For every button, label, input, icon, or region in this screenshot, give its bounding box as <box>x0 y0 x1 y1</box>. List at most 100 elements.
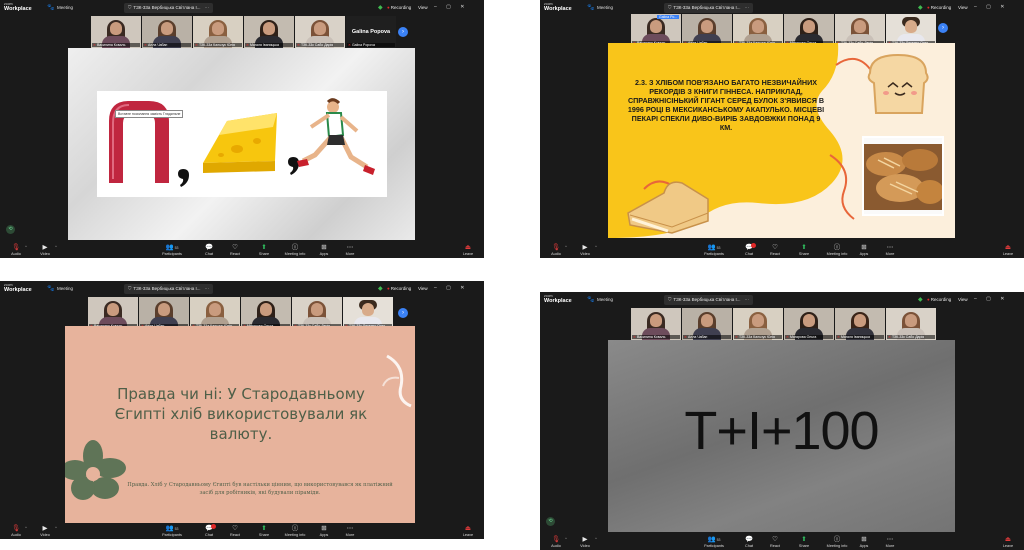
apps-button[interactable]: ⊞ Apps <box>310 525 338 537</box>
participant-tile[interactable]: ✕ТЗК-33к Сабо Дарія <box>886 308 936 340</box>
window-controls[interactable]: – ▢ ✕ <box>974 4 1008 10</box>
chat-button[interactable]: 💬 Chat <box>195 244 223 256</box>
participant-tile[interactable]: ✕Магарова Ольга <box>784 308 834 340</box>
participant-tile[interactable]: ✕ТЗК-33а Кальчук Юлія <box>190 297 240 329</box>
participants-button[interactable]: 👥53 Participants <box>158 525 186 537</box>
more-button[interactable]: ⋯ More <box>876 244 904 256</box>
window-controls[interactable]: – ▢ ✕ <box>434 4 468 10</box>
more-button[interactable]: ⋯ More <box>336 244 364 256</box>
paw-icon[interactable]: 🐾 <box>47 285 54 292</box>
participant-tile[interactable]: ✕Магарова Ольга <box>784 14 834 46</box>
react-button[interactable]: ♡ React <box>761 244 789 256</box>
chevron-up-icon[interactable]: ^ <box>55 525 57 530</box>
meeting-info-button[interactable]: ⓘ Meeting info <box>823 244 851 256</box>
participant-tile-active-speaker[interactable]: ✕ТЗК-33к Лисенко Олег <box>886 14 936 46</box>
participant-tile[interactable]: ✕ТЗК-33а Кальчук Юлія <box>733 14 783 46</box>
title-bar: zoom Workplace 🐾 Meeting ⛉ ТЗК-33а Вербиц… <box>0 281 484 297</box>
recording-indicator[interactable]: ●Recording <box>927 297 951 302</box>
chevron-up-icon[interactable]: ^ <box>595 244 597 249</box>
security-shield-icon[interactable]: ◆ <box>378 285 383 292</box>
security-shield-icon[interactable]: ◆ <box>378 4 383 11</box>
paw-icon[interactable]: 🐾 <box>47 4 54 11</box>
leave-button[interactable]: ⏏ Leave <box>454 244 482 256</box>
next-page-button[interactable]: › <box>938 23 948 33</box>
more-icon: ⋯ <box>886 244 894 251</box>
chevron-up-icon[interactable]: ^ <box>565 536 567 541</box>
captions-icon[interactable]: ⟲ <box>6 225 15 234</box>
apps-button[interactable]: ⊞ Apps <box>850 244 878 256</box>
meeting-title-pill[interactable]: ⛉ ТЗК-33а Вербицька Світлана І... ⋯ <box>124 3 213 13</box>
participant-tile-active-speaker[interactable]: ✕ТЗК-33к Сабо Дарія <box>295 16 345 48</box>
meeting-title-pill[interactable]: ⛉ ТЗК-33а Вербицька Світлана І... ⋯ <box>124 284 213 294</box>
recording-indicator[interactable]: ●Recording <box>387 286 411 291</box>
meeting-title-pill[interactable]: ⛉ ТЗК-33а Вербицька Світлана І... ⋯ <box>664 295 753 305</box>
apps-button[interactable]: ⊞ Apps <box>850 536 878 548</box>
share-button[interactable]: ⬆ Share <box>250 525 278 537</box>
meeting-menu[interactable]: Meeting <box>597 5 613 10</box>
participants-button[interactable]: 👥53 Participants <box>700 244 728 256</box>
next-page-button[interactable]: › <box>398 308 408 318</box>
participant-tile[interactable]: ✕ТЗК-33к Лисенко Олег <box>343 297 393 329</box>
meeting-info-button[interactable]: ⓘ Meeting info <box>823 536 851 548</box>
participant-tile-active-speaker[interactable]: ✕ТЗК-33к Сабо Дарія <box>292 297 342 329</box>
view-button[interactable]: View <box>418 5 428 10</box>
participant-tile[interactable]: ✕Алла Чабан <box>142 16 192 48</box>
meeting-title: ТЗК-33а Вербицька Світлана І... <box>133 5 201 10</box>
leave-button[interactable]: ⏏ Leave <box>454 525 482 537</box>
meeting-info-button[interactable]: ⓘ Meeting info <box>281 244 309 256</box>
chat-button[interactable]: 💬 Chat <box>195 524 223 537</box>
chevron-up-icon[interactable]: ^ <box>25 525 27 530</box>
chevron-up-icon[interactable]: ^ <box>595 536 597 541</box>
participant-tile[interactable]: ✕Алла Чабан <box>682 308 732 340</box>
recording-indicator[interactable]: ●Recording <box>927 5 951 10</box>
next-page-button[interactable]: › <box>398 27 408 37</box>
chat-button[interactable]: 💬 Chat <box>735 536 763 548</box>
security-shield-icon[interactable]: ◆ <box>918 4 923 11</box>
chevron-up-icon[interactable]: ^ <box>55 244 57 249</box>
chevron-up-icon[interactable]: ^ <box>565 244 567 249</box>
participant-tile[interactable]: ✕Алла Чабан <box>139 297 189 329</box>
participant-tile[interactable]: ✕Алла Чабан <box>682 14 732 46</box>
paw-icon[interactable]: 🐾 <box>587 296 594 303</box>
leave-button[interactable]: ⏏ Leave <box>994 244 1022 256</box>
share-button[interactable]: ⬆ Share <box>790 536 818 548</box>
participant-tile-active-speaker[interactable]: ✕ТЗК-33а Кальчук Юлія <box>733 308 783 340</box>
captions-icon[interactable]: ⟲ <box>546 517 555 526</box>
paw-icon[interactable]: 🐾 <box>587 4 594 11</box>
participant-tile[interactable]: ✕Василина Коваль <box>88 297 138 329</box>
leave-button[interactable]: ⏏ Leave <box>994 536 1022 548</box>
participant-tile[interactable]: ✕Василина Коваль <box>91 16 141 48</box>
participant-tile-name-only[interactable]: Galina Popova ✕Galina Popova <box>346 16 396 48</box>
participant-tile[interactable]: ✕Василина Коваль <box>631 308 681 340</box>
security-shield-icon[interactable]: ◆ <box>918 296 923 303</box>
view-button[interactable]: View <box>958 297 968 302</box>
apps-button[interactable]: ⊞ Apps <box>310 244 338 256</box>
recording-indicator[interactable]: ●Recording <box>387 5 411 10</box>
view-button[interactable]: View <box>418 286 428 291</box>
meeting-menu[interactable]: Meeting <box>57 5 73 10</box>
window-controls[interactable]: – ▢ ✕ <box>434 285 468 291</box>
react-button[interactable]: ♡ React <box>221 244 249 256</box>
meeting-menu[interactable]: Meeting <box>597 297 613 302</box>
participant-tile[interactable]: ✕Магарова Ольга <box>241 297 291 329</box>
share-button[interactable]: ⬆ Share <box>250 244 278 256</box>
share-button[interactable]: ⬆ Share <box>790 244 818 256</box>
react-button[interactable]: ♡ React <box>761 536 789 548</box>
chat-button[interactable]: 💬 Chat <box>735 243 763 256</box>
participants-button[interactable]: 👥53 Participants <box>158 244 186 256</box>
participant-tile[interactable]: ✕ТЗК-33к Сабо Дарія <box>835 14 885 46</box>
meeting-menu[interactable]: Meeting <box>57 286 73 291</box>
participant-tile[interactable]: ✕ТЗК-33а Кальчук Юлія <box>193 16 243 48</box>
participant-tile[interactable]: ✕Магаля Іваницька <box>835 308 885 340</box>
apps-icon: ⊞ <box>861 536 867 543</box>
view-button[interactable]: View <box>958 5 968 10</box>
more-button[interactable]: ⋯ More <box>876 536 904 548</box>
react-button[interactable]: ♡ React <box>221 525 249 537</box>
more-button[interactable]: ⋯ More <box>336 525 364 537</box>
chevron-up-icon[interactable]: ^ <box>25 244 27 249</box>
participants-button[interactable]: 👥53 Participants <box>700 536 728 548</box>
participant-tile[interactable]: ✕Магаля Іваницька <box>244 16 294 48</box>
meeting-title-pill[interactable]: ⛉ ТЗК-33а Вербицька Світлана І... ⋯ <box>664 3 753 13</box>
meeting-info-button[interactable]: ⓘ Meeting info <box>281 525 309 537</box>
window-controls[interactable]: – ▢ ✕ <box>974 296 1008 302</box>
